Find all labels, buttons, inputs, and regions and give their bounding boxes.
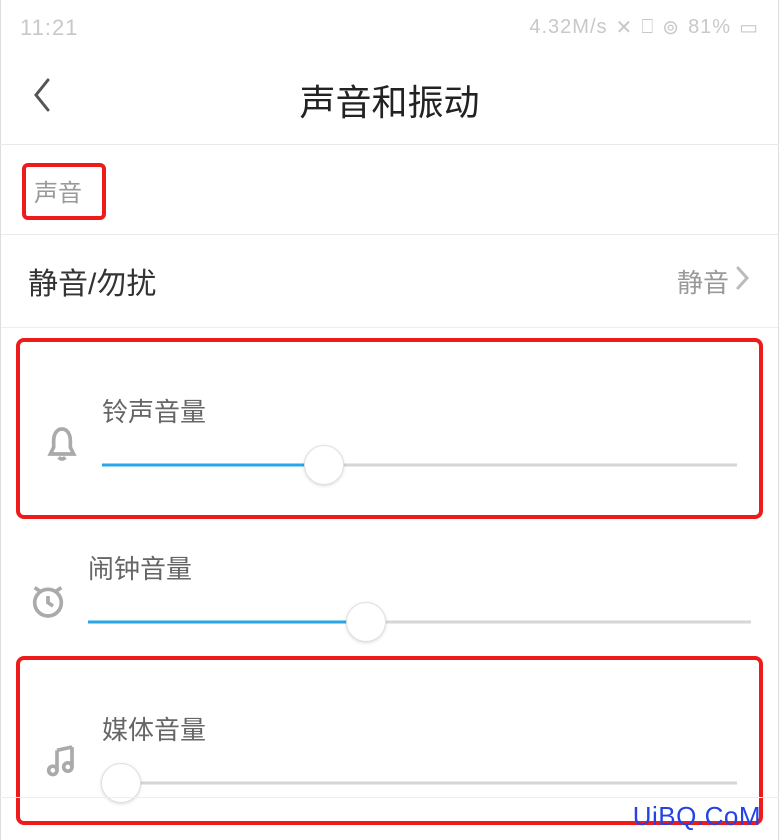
status-time: 11:21 [20,15,78,41]
battery-pct: 81% [688,16,731,39]
watermark: UiBQ.CoM [633,801,761,832]
status-bar: 11:21 4.32M/s ✕ ⎕ ⊚ 81% ▭ [0,0,779,55]
alarm-volume-block: 闹钟音量 [0,519,779,642]
dnd-label: 静音/勿扰 [28,259,156,303]
status-right: 4.32M/s ✕ ⎕ ⊚ 81% ▭ [529,15,759,40]
section-label-sound: 声音 [22,163,106,220]
section-header: 声音 [0,145,779,235]
page-title: 声音和振动 [299,74,479,126]
chevron-right-icon [735,265,751,298]
ring-volume-block: 铃声音量 [30,362,749,485]
alarm-clock-icon [28,581,76,626]
net-speed: 4.32M/s [529,16,607,39]
highlight-ring-volume: 铃声音量 [16,338,763,519]
back-button[interactable] [20,76,62,124]
dnd-row[interactable]: 静音/勿扰 静音 [0,235,779,328]
dnd-value: 静音 [677,263,729,300]
alarm-volume-label: 闹钟音量 [88,549,751,586]
alarm-volume-slider[interactable] [88,602,751,642]
media-volume-label: 媒体音量 [102,710,737,747]
dnd-value-wrap: 静音 [677,263,751,300]
media-volume-block: 媒体音量 [30,680,749,803]
dnd-icon: ✕ [616,15,634,40]
ring-volume-slider[interactable] [102,445,737,485]
highlight-media-volume: 媒体音量 [16,656,763,825]
ring-volume-label: 铃声音量 [102,392,737,429]
battery-icon: ⎕ [641,16,654,39]
wifi-icon: ⊚ [662,15,680,40]
music-note-icon [42,742,90,787]
battery-capsule-icon: ▭ [739,15,759,40]
title-bar: 声音和振动 [0,55,779,145]
bell-icon [42,424,90,469]
